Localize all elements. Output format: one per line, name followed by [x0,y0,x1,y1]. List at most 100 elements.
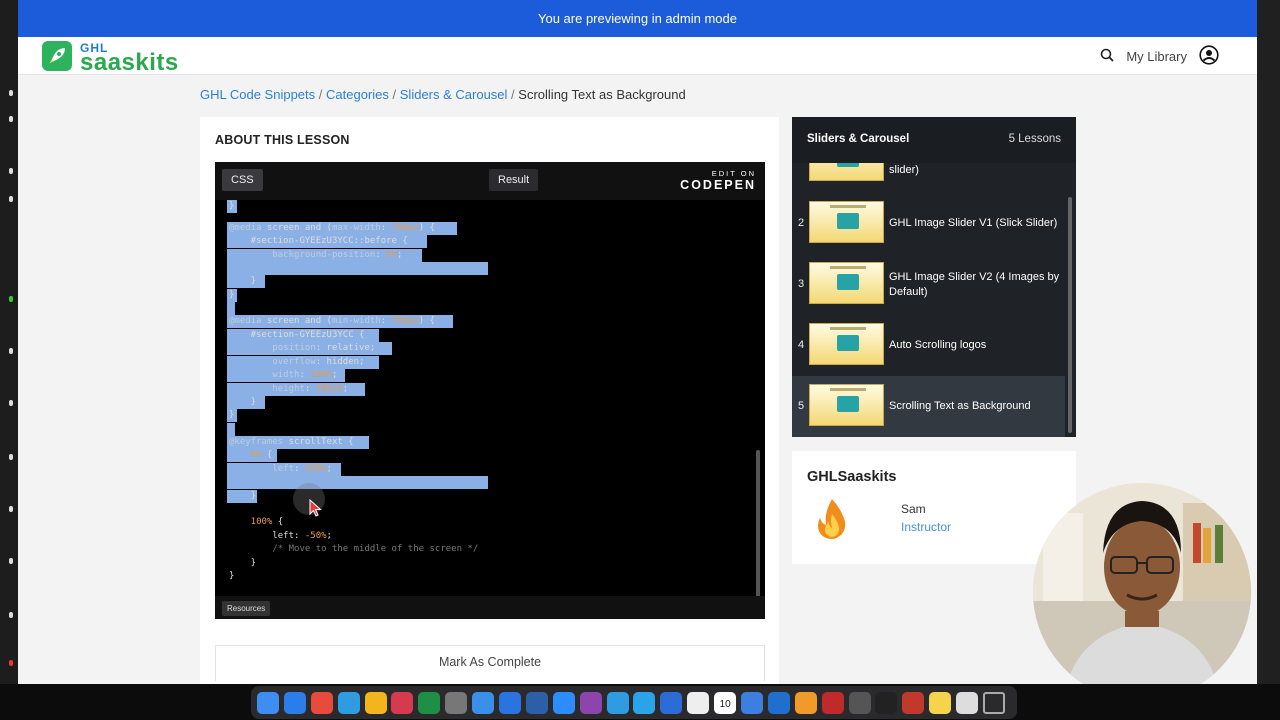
xcode-icon[interactable] [499,691,522,714]
code-line: @keyframes scrollText { [229,436,354,449]
instructor-role[interactable]: Instructor [901,520,951,534]
lesson-number: 2 [798,217,805,229]
code-line: 100% { [229,516,284,529]
mark-complete-button[interactable]: Mark As Complete [215,645,765,681]
edit-on-codepen-link[interactable]: EDIT ON CODEPEN [680,169,756,192]
thumb-bar [830,205,866,208]
code-token: -50% [304,531,327,541]
code-token: scrollText { [283,437,354,447]
launchpad-icon[interactable] [310,691,333,714]
thumb-bar [830,388,866,391]
codepen-logo: CODEPEN [680,178,756,192]
lesson-number: 5 [798,400,805,412]
lesson-item-active[interactable]: 5 Scrolling Text as Background [792,376,1065,437]
breadcrumb-separator: / [392,87,397,102]
app-store-icon[interactable] [283,691,306,714]
excel-like-icon[interactable] [418,691,441,714]
codepen-footer: Resources [215,596,765,619]
finder-icon[interactable] [257,691,279,714]
site-logo[interactable]: GHL saaskits [42,41,192,76]
code-token: screen and ( [261,223,332,233]
breadcrumb-separator: / [318,87,323,102]
user-account-icon[interactable] [1199,45,1219,68]
admin-preview-banner: You are previewing in admin mode [18,0,1257,37]
lesson-heading: ABOUT THIS LESSON [215,133,350,147]
code-line: } [229,410,235,420]
mail-icon[interactable] [472,691,495,714]
code-line: left: -50%; [229,530,332,543]
sublime-icon[interactable] [794,691,817,714]
lessons-scrollbar[interactable] [1068,197,1072,433]
podcasts-icon[interactable] [579,691,602,714]
nav-right: My Library [1100,45,1219,68]
photoshop-icon[interactable] [525,691,548,714]
lesson-item[interactable]: 2 GHL Image Slider V1 (Slick Slider) [792,193,1065,254]
lesson-thumbnail [809,384,884,426]
calculator-icon[interactable] [848,691,871,714]
search-icon[interactable] [1100,48,1114,65]
code-token: 100% [229,517,273,527]
code-token: : [380,223,392,233]
lesson-item[interactable]: slider) [792,139,1065,200]
calendar-icon[interactable]: 10 [714,691,737,714]
code-line: 0% { [229,449,273,462]
breadcrumb-link-sliders[interactable]: Sliders & Carousel [400,87,508,102]
macos-dock: 10 [0,684,1280,720]
safari-icon[interactable] [337,691,360,714]
css-tab[interactable]: CSS [222,169,263,191]
chat-icon[interactable] [606,691,629,714]
code-token: : [299,370,311,380]
keynote-icon[interactable] [741,691,764,714]
slack-like-icon[interactable] [391,691,414,714]
breadcrumb: GHL Code Snippets / Categories / Sliders… [200,87,686,102]
trash-icon[interactable] [983,691,1006,714]
code-token: 0% [229,450,262,460]
lesson-number: 4 [798,339,805,351]
breadcrumb-link-code-snippets[interactable]: GHL Code Snippets [200,87,315,102]
code-comment: /* Move to the middle of the screen */ [229,544,479,554]
code-token: @media [229,223,262,233]
vscode-icon[interactable] [767,691,790,714]
fire-icon [815,498,849,545]
lesson-item[interactable]: 3 GHL Image Slider V2 (4 Images by Defau… [792,254,1065,315]
terminal-icon[interactable] [875,691,898,714]
my-library-link[interactable]: My Library [1126,49,1187,64]
code-token: min-width [331,316,381,326]
code-token: ) { [418,316,435,326]
lesson-number: 3 [798,278,805,290]
skype-icon[interactable] [633,691,656,714]
lesson-item[interactable]: 4 Auto Scrolling logos [792,315,1065,376]
notion-icon[interactable] [687,691,710,714]
banner-text: You are previewing in admin mode [538,11,737,26]
ruby-icon[interactable] [821,691,844,714]
code-scrollbar[interactable] [756,450,760,619]
edge-dot [9,168,13,174]
edge-dot [9,454,13,460]
edge-dot [9,660,13,666]
clock-icon[interactable] [956,691,979,714]
result-tab[interactable]: Result [489,169,539,191]
lesson-thumbnail [809,323,884,365]
filezilla-icon[interactable] [902,691,925,714]
code-token: left [229,464,295,474]
finder-alt-icon[interactable] [660,691,683,714]
chrome-icon[interactable] [364,691,387,714]
notes-icon[interactable] [929,691,952,714]
code-line: position: relative; [229,342,375,355]
zoom-icon[interactable] [552,691,575,714]
code-token: position [229,343,316,353]
code-token: left: [229,531,305,541]
code-token: ) { [418,223,435,233]
resources-button[interactable]: Resources [222,601,271,616]
selection-highlight [227,262,488,276]
thumb-bar [830,266,866,269]
cursor-arrow-icon [309,499,322,517]
settings-icon[interactable] [445,691,468,714]
css-code-editor[interactable]: } @media screen and (max-width: 768px) {… [215,200,765,619]
lesson-title: GHL Image Slider V2 (4 Images by Default… [889,270,1060,298]
edge-dot [9,348,13,354]
breadcrumb-link-categories[interactable]: Categories [326,87,389,102]
code-token: { [261,450,273,460]
code-line: #section-GYEEzU3YCC::before { [229,236,408,246]
thumb-monitor [837,335,859,351]
